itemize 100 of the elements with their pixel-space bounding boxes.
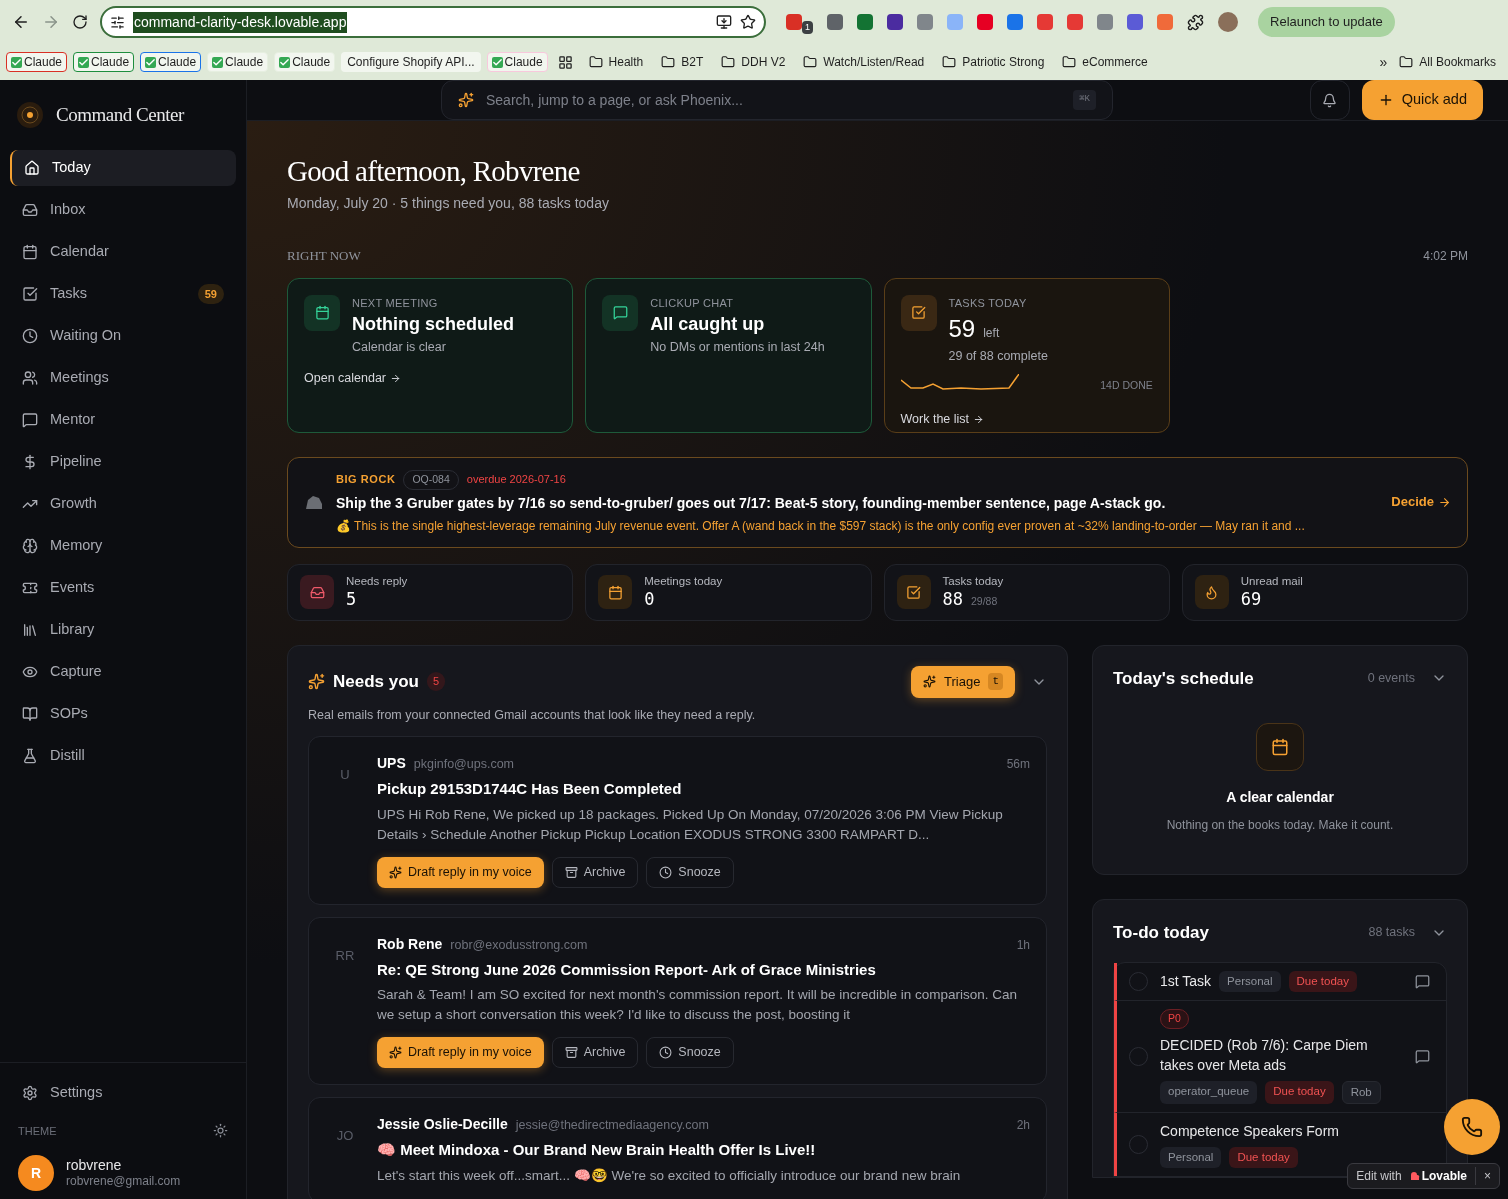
relaunch-button[interactable]: Relaunch to update [1258, 7, 1395, 37]
extension-icon[interactable] [1097, 14, 1113, 30]
arrow-right-icon [390, 372, 401, 384]
email-preview: Let's start this week off...smart... 🧠🤓 We're so excited to officially introduce our brand new brain [377, 1166, 962, 1185]
nav-item[interactable]: Tasks 59 [10, 276, 236, 312]
extension-icon[interactable] [786, 14, 802, 30]
bookmark-folder[interactable]: eCommerce [1082, 53, 1148, 71]
bookmark-folder[interactable]: DDH V2 [741, 53, 786, 71]
nav-item[interactable]: Meetings [10, 360, 236, 396]
folder-icon [721, 55, 736, 69]
card-link[interactable]: Open calendar [304, 369, 386, 388]
draft-reply-button[interactable]: Draft reply in my voice [377, 856, 544, 888]
empty-text: Nothing on the books today. Make it count. [1166, 817, 1394, 834]
bookmark-folder[interactable]: All Bookmarks [1419, 53, 1496, 71]
snooze-button[interactable]: Snooze [646, 1037, 734, 1069]
check-icon [491, 56, 503, 68]
search-field[interactable]: Search, jump to a page, or ask Phoenix... ⌘K [441, 80, 1113, 120]
back-icon[interactable] [12, 13, 30, 31]
comment-icon[interactable] [1415, 973, 1430, 989]
extension-icon[interactable] [977, 14, 993, 30]
nav-item[interactable]: SOPs [10, 696, 236, 732]
section-label: RIGHT NOW [287, 247, 361, 266]
checkbox-icon [22, 286, 38, 302]
nav-item[interactable]: Pipeline [10, 444, 236, 480]
nav-item[interactable]: Waiting On [10, 318, 236, 354]
extensions-icon[interactable] [1187, 13, 1204, 31]
sender-name: Jessie Oslie-Decille [377, 1115, 508, 1135]
close-button[interactable]: × [1475, 1167, 1499, 1185]
folder-icon [942, 55, 957, 69]
comment-icon[interactable] [1415, 1048, 1430, 1064]
forward-icon[interactable] [42, 13, 60, 31]
more-bookmarks[interactable]: » [1379, 51, 1388, 73]
bookmark[interactable]: Claude [486, 52, 548, 72]
nav-item[interactable]: Calendar [10, 234, 236, 270]
nav-item[interactable]: Inbox [10, 192, 236, 228]
snooze-button[interactable]: Snooze [646, 856, 734, 888]
check-icon [145, 56, 157, 68]
check-icon [212, 56, 224, 68]
bookmark-folder[interactable]: Watch/Listen/Read [823, 53, 925, 71]
nav-item[interactable]: Library [10, 612, 236, 648]
decide-link[interactable]: Decide [1391, 492, 1434, 512]
bookmark-folder[interactable]: B2T [681, 53, 704, 71]
bookmark-folder[interactable]: Health [608, 53, 644, 71]
bookmark[interactable]: Claude [73, 52, 135, 72]
nav-item[interactable]: Settings [10, 1074, 236, 1111]
chart-label: 14D DONE [1100, 378, 1153, 394]
sender-email: pkginfo@ups.com [413, 756, 515, 774]
sender-email: jessie@thedirectmediaagency.com [515, 1117, 709, 1135]
card-label: CLICKUP CHAT [650, 295, 735, 311]
extension-icon[interactable] [887, 14, 903, 30]
extension-icon[interactable] [857, 14, 873, 30]
bookmark[interactable]: Claude [274, 52, 336, 72]
archive-button[interactable]: Archive [551, 1037, 639, 1069]
email-subject: Re: QE Strong June 2026 Commission Report- Ark of Grace Ministries [377, 959, 877, 980]
extension-icon[interactable] [1007, 14, 1023, 30]
bookmark[interactable]: Claude [140, 52, 202, 72]
eye-icon [22, 664, 38, 680]
nav-item[interactable]: Memory [10, 528, 236, 564]
apps-icon[interactable] [557, 54, 573, 70]
task-tag: Due today [1288, 970, 1357, 992]
install-icon[interactable] [716, 14, 732, 30]
notifications-button[interactable] [1309, 80, 1350, 120]
shortcut-key: ⌘K [1073, 90, 1096, 110]
extension-icon[interactable] [1037, 14, 1053, 30]
sender-name: Rob Rene [377, 934, 443, 954]
big-rock-title: Ship the 3 Gruber gates by 7/16 so send-to-gruber/ goes out 7/17: Beat-5 story, founding-member sentence, page A-stack go. [336, 493, 1167, 513]
nav-item[interactable]: Mentor [10, 402, 236, 438]
bookmark[interactable]: Claude [207, 52, 269, 72]
task-row[interactable]: P0 DECIDED (Rob 7/6): Carpe Diem takes over Meta ads operator_queue Due today Rob [1114, 999, 1446, 1112]
card-link[interactable]: Work the list [900, 410, 970, 429]
bookmark[interactable]: Configure Shopify API... [341, 52, 481, 72]
extension-icon[interactable] [1127, 14, 1143, 30]
archive-button[interactable]: Archive [551, 856, 639, 888]
extension-icon[interactable] [917, 14, 933, 30]
nav-item[interactable]: Distill [10, 738, 236, 774]
stat-label: Meetings today [644, 574, 723, 589]
extension-icon[interactable] [1067, 14, 1083, 30]
extension-icon[interactable] [827, 14, 843, 30]
nav-item[interactable]: Events [10, 570, 236, 606]
nav-item[interactable]: Today [10, 150, 236, 186]
panel-title: To-do today [1113, 922, 1209, 944]
folder-icon [588, 55, 603, 69]
task-title: 1st Task [1160, 971, 1212, 991]
triage-button[interactable]: Triage t [911, 665, 1015, 698]
bookmark-folder[interactable]: Patriotic Strong [962, 53, 1045, 71]
nav-item[interactable]: Capture [10, 654, 236, 690]
address-bar[interactable]: command-clarity-desk.lovable.app [100, 6, 766, 38]
card-value: 59 [948, 314, 976, 345]
nav-item[interactable]: Growth [10, 486, 236, 522]
quick-add-button[interactable]: Quick add [1361, 80, 1483, 120]
sun-icon[interactable] [213, 1123, 228, 1139]
reload-icon[interactable] [72, 14, 88, 30]
profile-avatar[interactable] [1218, 12, 1238, 32]
bookmark-star-icon[interactable] [740, 14, 756, 30]
lovable-badge[interactable]: Edit with Lovable × [1347, 1163, 1500, 1189]
priority-tag: P0 [1160, 1008, 1189, 1029]
check-icon [11, 56, 22, 68]
draft-reply-button[interactable]: Draft reply in my voice [377, 1037, 544, 1069]
house-icon [24, 160, 40, 176]
bookmark[interactable]: Claude [6, 52, 68, 72]
